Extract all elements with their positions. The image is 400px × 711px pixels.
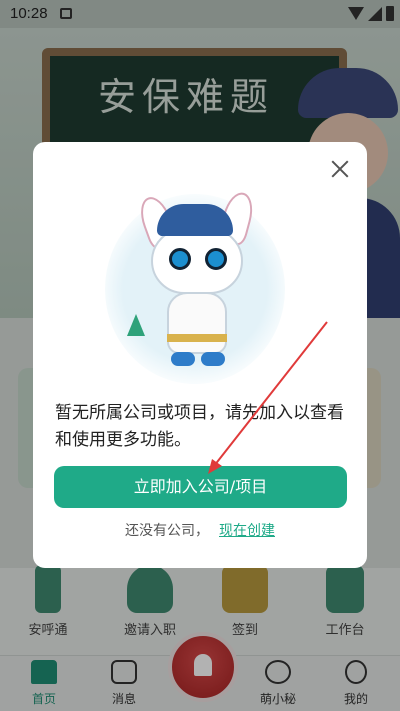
close-icon[interactable]	[329, 158, 351, 180]
create-company-line: 还没有公司， 现在创建	[33, 520, 367, 540]
join-company-dialog: 暂无所属公司或项目，请先加入以查看和使用更多功能。 立即加入公司/项目 还没有公…	[33, 142, 367, 568]
join-company-button[interactable]: 立即加入公司/项目	[54, 466, 347, 508]
dialog-message: 暂无所属公司或项目，请先加入以查看和使用更多功能。	[55, 403, 344, 450]
no-company-text: 还没有公司，	[125, 523, 209, 539]
create-now-link[interactable]: 现在创建	[219, 523, 275, 539]
police-dog-mascot	[105, 184, 285, 384]
